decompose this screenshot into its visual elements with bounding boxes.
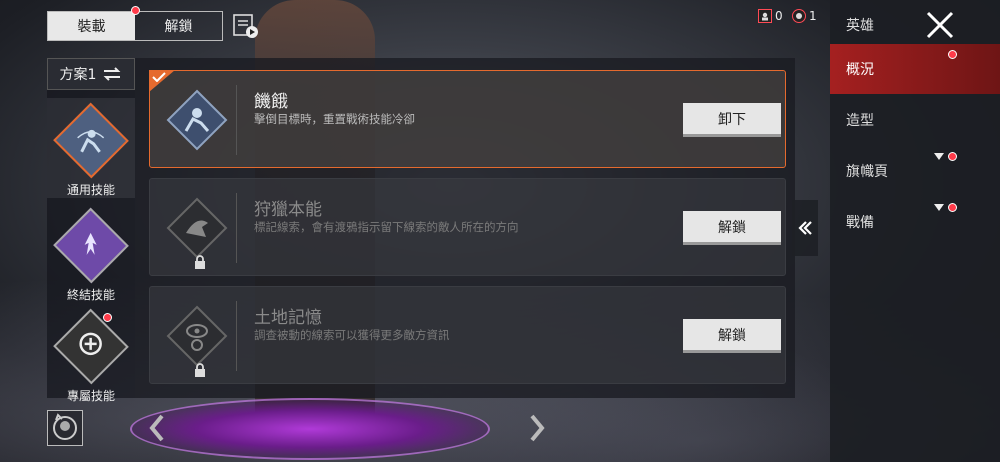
tab-unlock[interactable]: 解鎖: [135, 12, 222, 40]
notification-dot: [103, 313, 112, 322]
diamond-frame: [53, 207, 129, 284]
category-exclusive[interactable]: 專屬技能: [47, 304, 135, 404]
menu-item-overview[interactable]: 概況: [830, 44, 1000, 94]
menu-title-text: 英雄: [846, 18, 874, 34]
preset-label: 方案1: [59, 67, 97, 83]
menu-item-skins[interactable]: 造型: [830, 95, 1000, 145]
swap-icon: [104, 67, 121, 81]
perk-name: 土地記憶: [254, 308, 322, 328]
rotate-portrait-icon: [53, 413, 77, 440]
triangle-down-icon: [934, 153, 944, 160]
counter-a-value: 0: [775, 9, 783, 23]
menu-item-label: 戰備: [846, 215, 874, 231]
flame-icon: [85, 232, 97, 255]
collapse-panel-button[interactable]: [792, 200, 818, 256]
perk-name: 饑餓: [254, 92, 288, 112]
player-icon: [758, 9, 772, 23]
notification-dot: [131, 6, 140, 15]
tab-loadout[interactable]: 裝載: [48, 12, 135, 40]
lock-icon: [195, 255, 205, 269]
character-platform: [130, 398, 490, 460]
raven-perk-icon: [166, 197, 228, 259]
menu-item-banner[interactable]: 旗幟頁: [830, 146, 1000, 196]
eye-perk-icon: [166, 305, 228, 367]
hunger-perk-icon: [166, 89, 228, 151]
unlock-button[interactable]: 解鎖: [683, 211, 781, 245]
notification-dot: [948, 203, 957, 212]
menu-title: 英雄: [830, 0, 1000, 50]
divider: [236, 85, 237, 155]
menu-item-label: 造型: [846, 113, 874, 129]
perk-card-hunger[interactable]: 饑餓 擊倒目標時，重置戰術技能冷卻 卸下: [149, 70, 786, 168]
diamond-frame: [53, 308, 129, 385]
character-swap-button[interactable]: [47, 410, 83, 446]
notification-dot: [948, 152, 957, 161]
divider: [236, 193, 237, 263]
counter-b: 1: [792, 9, 817, 23]
category-label: 專屬技能: [66, 389, 115, 403]
next-arrow-icon[interactable]: [528, 414, 546, 442]
category-finisher[interactable]: 終結技能: [47, 203, 135, 303]
menu-item-label: 旗幟頁: [846, 164, 888, 180]
unlock-button[interactable]: 解鎖: [683, 319, 781, 353]
diamond-frame: [53, 102, 129, 179]
perk-list: 饑餓 擊倒目標時，重置戰術技能冷卻 卸下 狩獵本能 標記線索，會有渡鴉指示留下線…: [135, 58, 795, 398]
top-tabs: 裝載 解鎖: [47, 11, 223, 41]
perk-card-hunting-instinct[interactable]: 狩獵本能 標記線索，會有渡鴉指示留下線索的敵人所在的方向 解鎖: [149, 178, 786, 276]
perk-name: 狩獵本能: [254, 200, 322, 220]
checkmark-icon: [152, 72, 166, 82]
category-general[interactable]: 通用技能: [47, 98, 135, 198]
counter-b-value: 1: [809, 9, 817, 23]
perk-description: 擊倒目標時，重置戰術技能冷卻: [254, 112, 415, 126]
perk-description: 標記線索，會有渡鴉指示留下線索的敵人所在的方向: [254, 220, 519, 234]
triangle-down-icon: [934, 204, 944, 211]
video-icon[interactable]: [233, 13, 259, 39]
preset-switcher[interactable]: 方案1: [47, 58, 135, 90]
divider: [236, 301, 237, 371]
right-menu: 英雄 概況 造型 旗幟頁 戰備: [830, 0, 1000, 462]
category-column: 通用技能 終結技能 專屬技能: [47, 58, 135, 403]
perk-card-land-memory[interactable]: 土地記憶 調查被動的線索可以獲得更多敵方資訊 解鎖: [149, 286, 786, 384]
menu-item-label: 概況: [846, 62, 874, 78]
previous-arrow-icon[interactable]: [148, 414, 166, 442]
counter-a: 0: [758, 9, 783, 23]
unequip-button[interactable]: 卸下: [683, 103, 781, 137]
category-label: 終結技能: [66, 288, 115, 302]
close-icon[interactable]: [925, 10, 955, 40]
notification-dot: [948, 50, 957, 59]
skull-badge-icon: [792, 9, 806, 23]
perk-description: 調查被動的線索可以獲得更多敵方資訊: [254, 328, 450, 342]
lock-icon: [195, 363, 205, 377]
menu-item-loadout[interactable]: 戰備: [830, 197, 1000, 247]
crouch-figure-icon: [77, 129, 105, 153]
plus-skull-icon: [79, 332, 103, 355]
category-label: 通用技能: [66, 183, 115, 197]
double-chevron-left-icon: [798, 221, 812, 235]
